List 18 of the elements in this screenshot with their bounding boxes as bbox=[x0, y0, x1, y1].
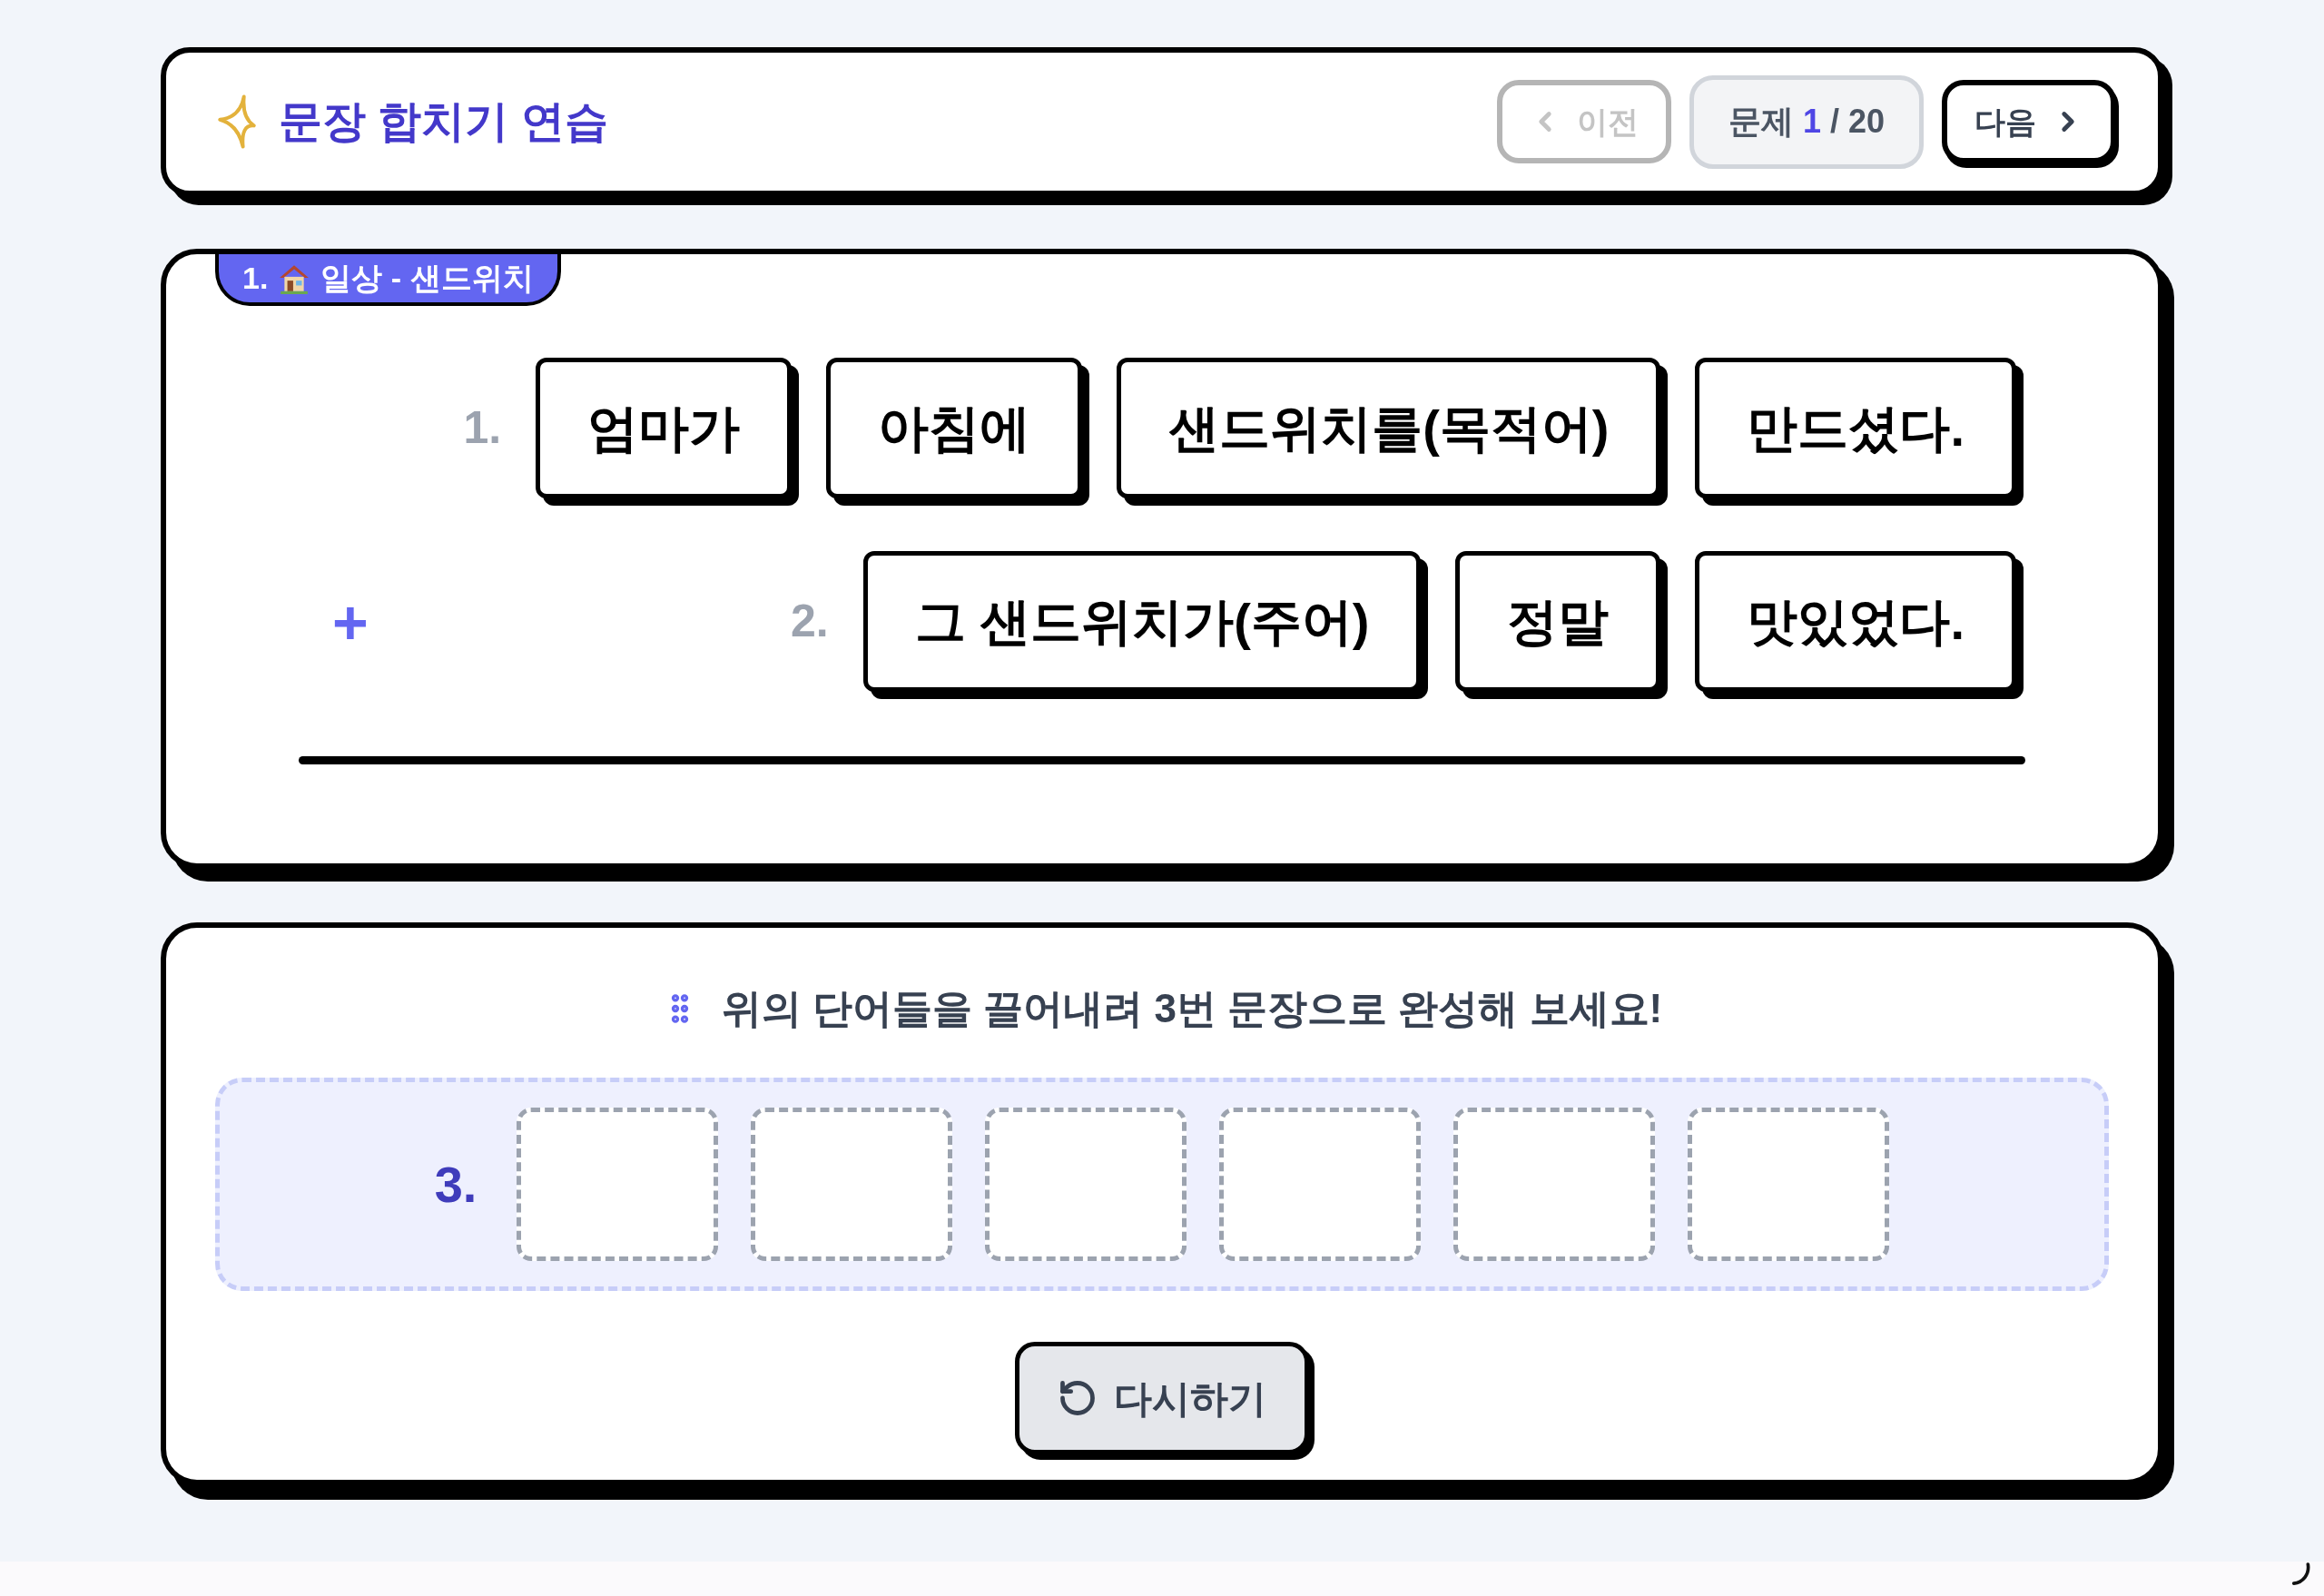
badge-number: 1. bbox=[242, 260, 269, 297]
plus-sign: + bbox=[332, 590, 369, 653]
rotate-left-icon bbox=[1058, 1378, 1098, 1418]
badge-topic: 일상 - 샌드위치 bbox=[320, 260, 534, 297]
sentence-number: 2. bbox=[790, 595, 829, 648]
drop-slot[interactable] bbox=[1453, 1108, 1656, 1261]
drop-slot[interactable] bbox=[1688, 1108, 1890, 1261]
page-title: 문장 합치기 연습 bbox=[279, 96, 608, 147]
drop-slot[interactable] bbox=[1219, 1108, 1422, 1261]
instruction-text: 위의 단어들을 끌어내려 3번 문장으로 완성해 보세요! bbox=[721, 985, 1663, 1032]
question-counter: 문제 1 / 20 bbox=[1689, 74, 1924, 169]
curved-stroke-icon bbox=[2291, 1562, 2311, 1587]
drop-slot[interactable] bbox=[517, 1108, 719, 1261]
drop-slot[interactable] bbox=[985, 1108, 1187, 1261]
sparkle-icon bbox=[217, 94, 257, 150]
drop-slot[interactable] bbox=[751, 1108, 953, 1261]
sentence-number: 1. bbox=[463, 401, 502, 455]
sentence-number: 3. bbox=[434, 1154, 478, 1215]
